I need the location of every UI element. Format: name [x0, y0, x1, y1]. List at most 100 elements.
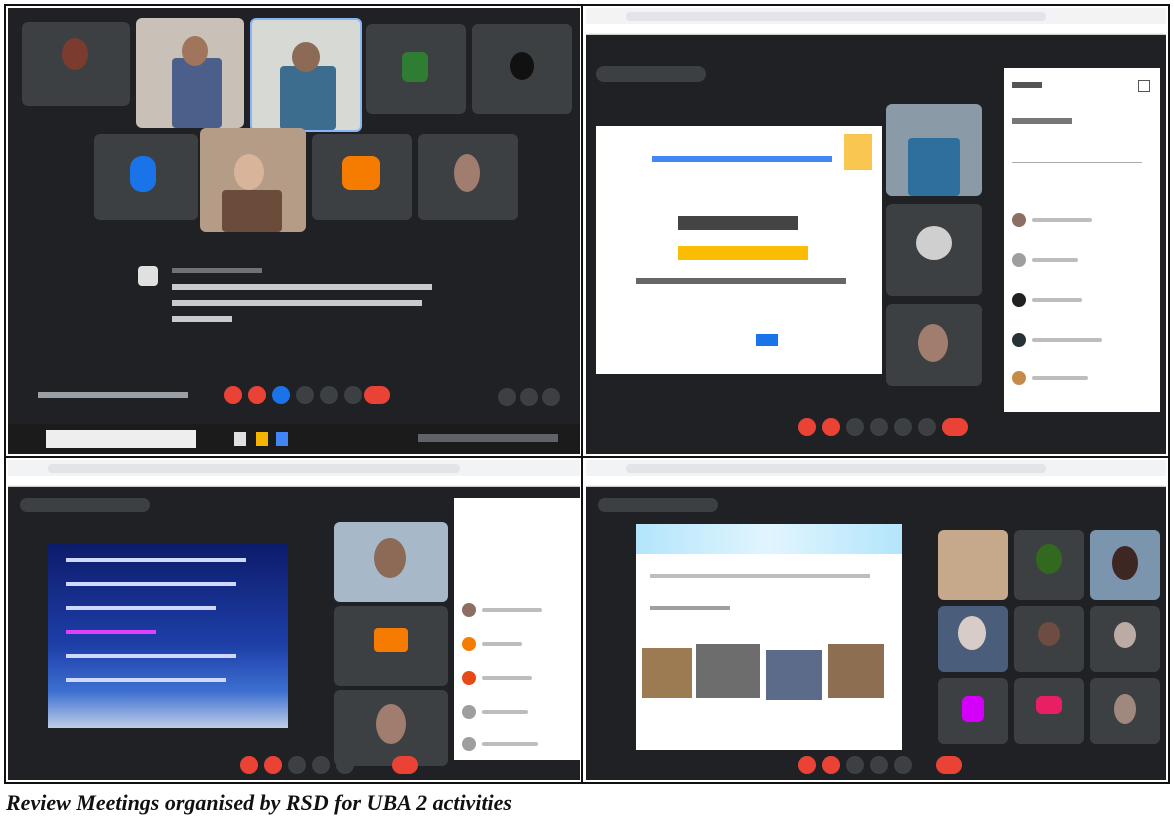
- participant-avatar: [374, 628, 408, 652]
- mic-off-button[interactable]: [798, 756, 816, 774]
- slide-text: [636, 278, 846, 284]
- participant-tile[interactable]: [886, 304, 982, 386]
- camera-off-button[interactable]: [264, 756, 282, 774]
- present-button[interactable]: [312, 756, 330, 774]
- participant-avatar: [62, 38, 88, 70]
- slide-photo: [696, 644, 760, 698]
- participant-row[interactable]: [1012, 330, 1152, 352]
- people-button[interactable]: [520, 388, 538, 406]
- participant-row[interactable]: [1012, 290, 1152, 312]
- participant-tile[interactable]: [418, 134, 518, 220]
- slide-text: [66, 582, 236, 586]
- chat-button[interactable]: [542, 388, 560, 406]
- shared-slide: [636, 524, 902, 750]
- sender-avatar: [138, 266, 158, 286]
- participant-tile[interactable]: [472, 24, 572, 114]
- info-button[interactable]: [498, 388, 516, 406]
- collage-frame: [4, 4, 1170, 784]
- slide-text: [66, 678, 226, 682]
- raise-hand-button[interactable]: [894, 418, 912, 436]
- participant-row[interactable]: [462, 668, 572, 690]
- meeting-header: [596, 66, 706, 82]
- participant-tile[interactable]: [1090, 678, 1160, 744]
- participant-row[interactable]: [462, 634, 572, 656]
- address-bar[interactable]: [48, 464, 460, 473]
- taskbar-app[interactable]: [234, 432, 246, 446]
- address-bar[interactable]: [626, 464, 1046, 473]
- mic-off-button[interactable]: [240, 756, 258, 774]
- taskbar-app[interactable]: [256, 432, 268, 446]
- participant-tile[interactable]: [886, 204, 982, 296]
- participant-tile[interactable]: [94, 134, 198, 220]
- participant-video[interactable]: [250, 18, 362, 132]
- participant-row[interactable]: [462, 600, 572, 622]
- more-options-button[interactable]: [344, 386, 362, 404]
- participant-tile[interactable]: [1014, 530, 1084, 600]
- add-people-button[interactable]: [1012, 118, 1072, 124]
- slide-photo: [766, 650, 822, 700]
- participant-video[interactable]: [136, 18, 244, 128]
- participant-avatar: [916, 226, 952, 260]
- end-call-button[interactable]: [942, 418, 968, 436]
- end-call-button[interactable]: [364, 386, 390, 404]
- participant-row[interactable]: [462, 702, 572, 724]
- participant-row[interactable]: [1012, 368, 1152, 390]
- camera-off-button[interactable]: [822, 418, 840, 436]
- taskbar-search[interactable]: [46, 430, 196, 448]
- mic-off-button[interactable]: [798, 418, 816, 436]
- participant-video[interactable]: [200, 128, 306, 232]
- participant-tile[interactable]: [334, 606, 448, 686]
- slide-title-line: [652, 156, 832, 162]
- bookmarks-bar: [586, 24, 1166, 33]
- participant-tile[interactable]: [1014, 606, 1084, 672]
- captions-button[interactable]: [846, 418, 864, 436]
- participant-tile[interactable]: [1014, 678, 1084, 744]
- captions-button[interactable]: [846, 756, 864, 774]
- more-options-button[interactable]: [918, 418, 936, 436]
- participant-row[interactable]: [1012, 210, 1152, 232]
- raise-hand-button[interactable]: [336, 756, 354, 774]
- collage-divider-vertical: [581, 6, 583, 460]
- participant-tile[interactable]: [1090, 606, 1160, 672]
- participant-video[interactable]: [938, 606, 1008, 672]
- captions-button[interactable]: [288, 756, 306, 774]
- participant-tile[interactable]: [938, 678, 1008, 744]
- end-call-button[interactable]: [936, 756, 962, 774]
- raise-hand-button[interactable]: [320, 386, 338, 404]
- mic-off-button[interactable]: [224, 386, 242, 404]
- participant-row[interactable]: [1012, 250, 1152, 272]
- slide-button: [756, 334, 778, 346]
- video-face: [292, 42, 320, 72]
- search-input[interactable]: [1012, 144, 1142, 163]
- slide-text: [66, 654, 236, 658]
- participant-tile[interactable]: [312, 134, 412, 220]
- present-button[interactable]: [870, 418, 888, 436]
- camera-off-button[interactable]: [248, 386, 266, 404]
- video-figure: [172, 58, 222, 128]
- screenshot-bottom-left: [8, 460, 580, 780]
- video-face: [958, 616, 986, 650]
- close-icon[interactable]: [1138, 80, 1150, 92]
- end-call-button[interactable]: [392, 756, 418, 774]
- participant-avatar: [918, 324, 948, 362]
- participant-tile[interactable]: [334, 690, 448, 766]
- captions-button[interactable]: [272, 386, 290, 404]
- collage-divider-vertical-lower: [581, 460, 583, 782]
- present-button[interactable]: [296, 386, 314, 404]
- address-bar[interactable]: [626, 12, 1046, 21]
- participant-video[interactable]: [886, 104, 982, 196]
- participant-tile[interactable]: [22, 22, 130, 106]
- participant-row[interactable]: [462, 734, 572, 756]
- camera-off-button[interactable]: [822, 756, 840, 774]
- browser-toolbar: [586, 460, 1166, 487]
- participant-avatar: [1038, 622, 1060, 646]
- taskbar-app[interactable]: [276, 432, 288, 446]
- slide-text: [66, 630, 156, 634]
- present-button[interactable]: [870, 756, 888, 774]
- participant-video[interactable]: [938, 530, 1008, 600]
- participant-tile[interactable]: [366, 24, 466, 114]
- participant-video[interactable]: [1090, 530, 1160, 600]
- bookmarks-bar: [586, 476, 1166, 485]
- participant-video[interactable]: [334, 522, 448, 602]
- raise-hand-button[interactable]: [894, 756, 912, 774]
